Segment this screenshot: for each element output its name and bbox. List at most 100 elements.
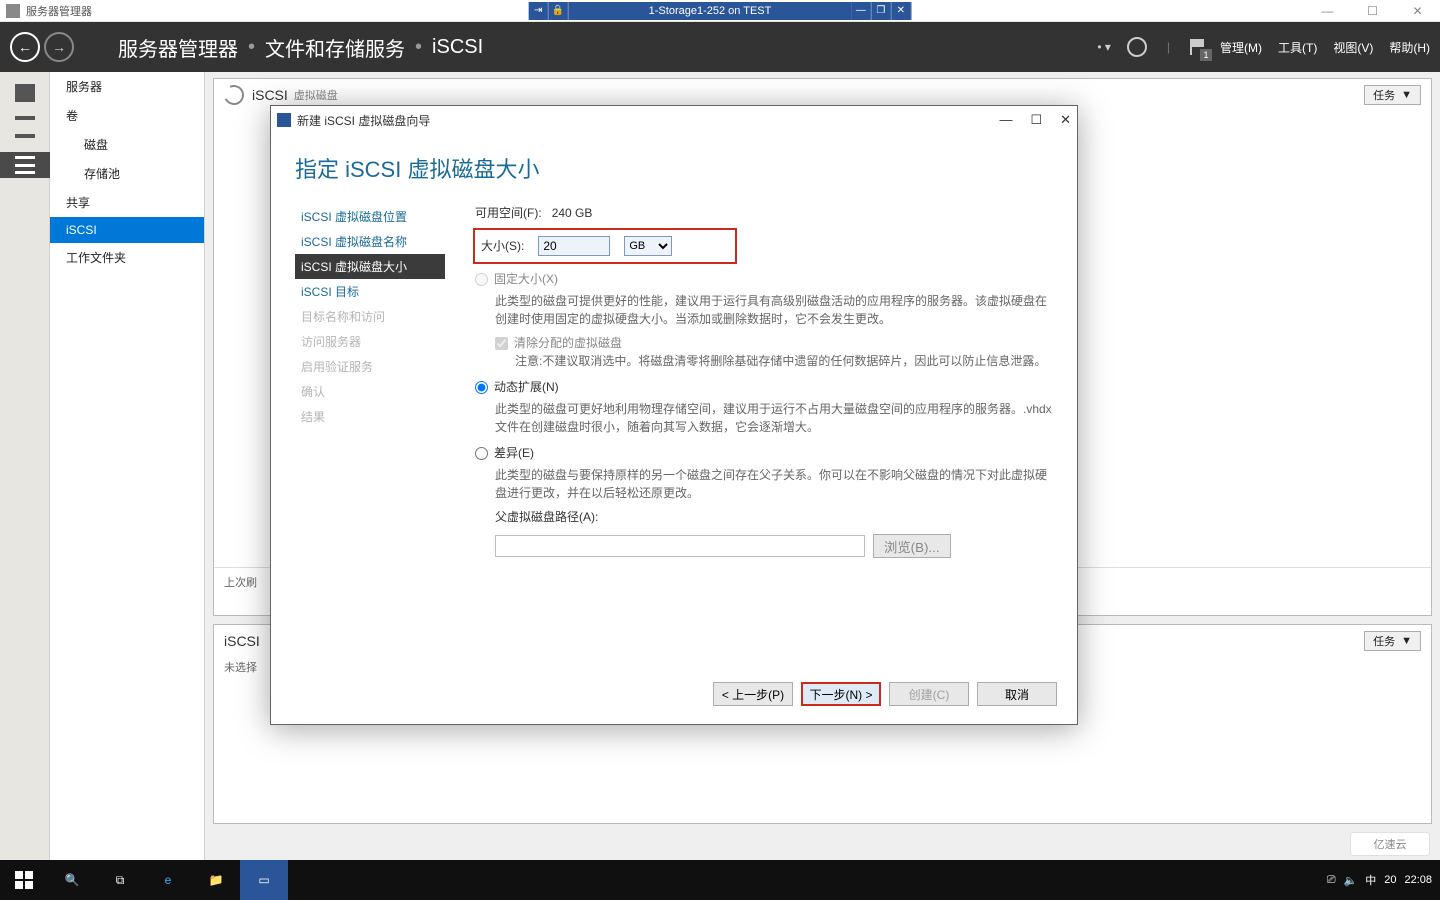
dropdown-caret-icon[interactable]: • ▾ [1097, 40, 1111, 54]
wizard-heading: 指定 iSCSI 虚拟磁盘大小 [295, 152, 1053, 184]
wizard-footer: < 上一步(P) 下一步(N) > 创建(C) 取消 [271, 674, 1077, 724]
nav-servers[interactable]: 服务器 [50, 72, 204, 101]
breadcrumb: 服务器管理器 • 文件和存储服务 • iSCSI [118, 33, 483, 62]
fixed-desc: 此类型的磁盘可提供更好的性能，建议用于运行具有高级别磁盘活动的应用程序的服务器。… [495, 292, 1053, 328]
search-icon[interactable]: 🔍 [48, 860, 96, 900]
bc-root[interactable]: 服务器管理器 [118, 33, 238, 62]
wizard-close-button[interactable]: ✕ [1060, 112, 1071, 128]
nav-disks[interactable]: 磁盘 [50, 130, 204, 159]
step-name[interactable]: iSCSI 虚拟磁盘名称 [295, 229, 445, 254]
step-location[interactable]: iSCSI 虚拟磁盘位置 [295, 204, 445, 229]
radio-fixed-input [475, 273, 488, 286]
wizard-form: 可用空间(F): 240 GB 大小(S): GB 固定大小(X) 此类型的磁盘… [445, 194, 1053, 674]
vm-controls: ⇥ 🔒 [529, 2, 569, 20]
wizard-min-button[interactable]: — [999, 112, 1012, 128]
wizard-titlebar: 新建 iSCSI 虚拟磁盘向导 — ☐ ✕ [271, 106, 1077, 134]
tile-title: iSCSI [252, 87, 288, 103]
sm-header: ← → 服务器管理器 • 文件和存储服务 • iSCSI • ▾ | 1 管理(… [0, 22, 1440, 72]
start-button[interactable] [0, 860, 48, 900]
unit-select[interactable]: GB [624, 236, 672, 256]
bc-sep: • [415, 36, 422, 59]
clear-checkbox-row[interactable]: 清除分配的虚拟磁盘 [495, 334, 1053, 352]
parent-path-input [495, 535, 865, 557]
nav-workfolders[interactable]: 工作文件夹 [50, 243, 204, 272]
menu-help[interactable]: 帮助(H) [1389, 39, 1430, 56]
outer-titlebar: 服务器管理器 ⇥ 🔒 1-Storage1-252 on TEST — ❐ ✕ … [0, 0, 1440, 22]
app-name: 服务器管理器 [26, 3, 92, 19]
tray-time[interactable]: 22:08 [1404, 874, 1432, 886]
radio-fixed[interactable]: 固定大小(X) [475, 270, 1053, 288]
parent-path-label: 父虚拟磁盘路径(A): [495, 510, 598, 524]
vm-close-icon[interactable]: ✕ [891, 2, 911, 20]
tile2-sub: 未选择 [224, 662, 257, 674]
wizard-title: 新建 iSCSI 虚拟磁盘向导 [297, 112, 430, 129]
notif-count: 1 [1200, 49, 1212, 61]
browse-button: 浏览(B)... [873, 534, 951, 558]
menu-view[interactable]: 视图(V) [1333, 39, 1373, 56]
bc-sep: • [248, 36, 255, 59]
nav-shares[interactable]: 共享 [50, 188, 204, 217]
system-tray: ⎚ 🔈 中 20 22:08 [1327, 872, 1440, 888]
nav-pools[interactable]: 存储池 [50, 159, 204, 188]
outer-max-button[interactable]: ☐ [1350, 0, 1395, 22]
tile2-title: iSCSI [224, 633, 260, 649]
tile-subtitle: 虚拟磁盘 [294, 87, 338, 103]
tray-ime[interactable]: 中 [1365, 872, 1376, 888]
step-auth: 启用验证服务 [295, 354, 445, 379]
step-target[interactable]: iSCSI 目标 [295, 279, 445, 304]
nav-forward-button[interactable]: → [44, 32, 74, 62]
refresh-tile-icon[interactable] [221, 82, 247, 108]
nav-back-button[interactable]: ← [10, 32, 40, 62]
radio-dynamic-input[interactable] [475, 381, 488, 394]
refresh-icon[interactable] [1127, 37, 1147, 57]
icon-rail [0, 72, 50, 860]
watermark-logo: 亿速云 [1350, 832, 1430, 856]
size-input[interactable] [538, 236, 610, 256]
wizard-steps: iSCSI 虚拟磁盘位置 iSCSI 虚拟磁盘名称 iSCSI 虚拟磁盘大小 i… [295, 194, 445, 674]
step-result: 结果 [295, 404, 445, 429]
radio-diff-input[interactable] [475, 447, 488, 460]
bc-current: iSCSI [432, 36, 483, 59]
vm-lock-icon[interactable]: 🔒 [549, 2, 569, 20]
create-button: 创建(C) [889, 682, 969, 706]
notifications-flag-icon[interactable]: 1 [1190, 39, 1204, 55]
vm-name: 1-Storage1-252 on TEST [569, 2, 852, 20]
prev-button[interactable]: < 上一步(P) [713, 682, 793, 706]
tray-sound-icon[interactable]: 🔈 [1344, 874, 1358, 887]
tray-network-icon[interactable]: ⎚ [1327, 874, 1336, 887]
rail-volumes-icon[interactable] [15, 134, 35, 138]
vm-restore-icon[interactable]: ❐ [871, 2, 891, 20]
outer-min-button[interactable]: — [1305, 0, 1350, 22]
step-size[interactable]: iSCSI 虚拟磁盘大小 [295, 254, 445, 279]
radio-dynamic[interactable]: 动态扩展(N) [475, 378, 1053, 396]
outer-close-button[interactable]: ✕ [1395, 0, 1440, 22]
nav-volumes[interactable]: 卷 [50, 101, 204, 130]
nav-panel: 服务器 卷 磁盘 存储池 共享 iSCSI 工作文件夹 [50, 72, 205, 860]
nav-iscsi[interactable]: iSCSI [50, 217, 204, 243]
clear-desc: 注意:不建议取消选中。将磁盘清零将删除基础存储中遗留的任何数据碎片，因此可以防止… [515, 352, 1053, 370]
cancel-button[interactable]: 取消 [977, 682, 1057, 706]
ie-icon[interactable]: e [144, 860, 192, 900]
wizard-max-button[interactable]: ☐ [1030, 112, 1042, 128]
avail-value: 240 GB [552, 206, 593, 220]
next-button[interactable]: 下一步(N) > [801, 682, 881, 706]
menu-manage[interactable]: 管理(M) [1220, 39, 1262, 56]
app-icon [6, 4, 20, 18]
tray-vol: 20 [1384, 874, 1396, 886]
tasks-button[interactable]: 任务▼ [1364, 85, 1421, 105]
step-access: 访问服务器 [295, 329, 445, 354]
dyn-desc: 此类型的磁盘可更好地利用物理存储空间，建议用于运行不占用大量磁盘空间的应用程序的… [495, 400, 1053, 436]
bc-level2[interactable]: 文件和存储服务 [265, 33, 405, 62]
explorer-icon[interactable]: 📁 [192, 860, 240, 900]
rail-storage-selected[interactable] [0, 152, 50, 178]
radio-diff[interactable]: 差异(E) [475, 444, 1053, 462]
rail-dashboard-icon[interactable] [15, 84, 35, 102]
vm-min-icon[interactable]: — [851, 2, 871, 20]
tasks-button-2[interactable]: 任务▼ [1364, 631, 1421, 651]
menu-tools[interactable]: 工具(T) [1278, 39, 1317, 56]
size-row-highlight: 大小(S): GB [475, 230, 735, 262]
server-manager-icon[interactable]: ▭ [240, 860, 288, 900]
vm-pin-icon[interactable]: ⇥ [529, 2, 549, 20]
rail-servers-icon[interactable] [15, 116, 35, 120]
taskview-icon[interactable]: ⧉ [96, 860, 144, 900]
